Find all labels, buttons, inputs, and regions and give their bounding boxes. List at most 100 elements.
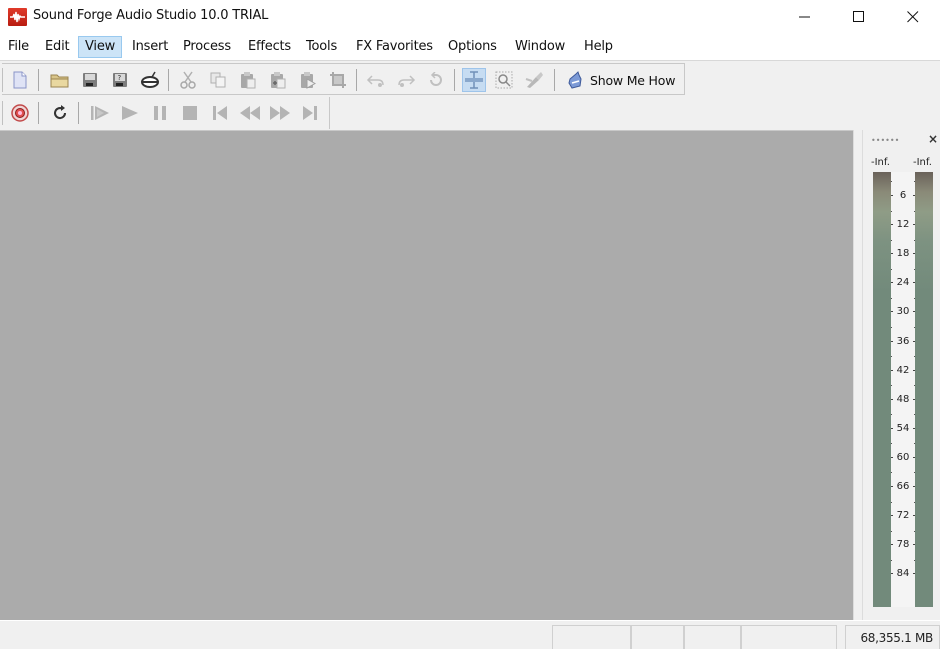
menu-insert[interactable]: Insert: [126, 36, 174, 58]
undo-button[interactable]: [364, 68, 388, 92]
status-pane: [741, 625, 837, 649]
trim-crop-button[interactable]: [326, 68, 350, 92]
menu-options[interactable]: Options: [442, 36, 503, 58]
menu-effects[interactable]: Effects: [242, 36, 297, 58]
open-folder-icon: [50, 74, 69, 88]
menu-edit[interactable]: Edit: [39, 36, 75, 58]
standard-toolbar: ? Show Me How: [2, 63, 685, 95]
show-me-how-label: Show Me How: [590, 72, 676, 88]
redo-button[interactable]: [394, 68, 418, 92]
cut-icon: [180, 71, 196, 89]
menu-tools[interactable]: Tools: [300, 36, 343, 58]
meter-minor-tick: [891, 443, 892, 445]
maximize-button[interactable]: [836, 0, 882, 34]
meter-bar-left: [873, 172, 891, 607]
meter-minor-tick: [891, 559, 892, 561]
meter-minor-tick: [891, 181, 892, 183]
meter-scale-label: 24: [891, 278, 915, 288]
menu-window[interactable]: Window: [509, 36, 571, 58]
meter-scale-label: 60: [891, 452, 915, 463]
toolbar-separator: [78, 102, 79, 124]
meter-minor-tick: [891, 472, 892, 474]
panel-close-icon[interactable]: ×: [928, 132, 938, 146]
meter-minor-tick: [891, 356, 892, 358]
window-title: Sound Forge Audio Studio 10.0 TRIAL: [33, 8, 269, 23]
rewind-button[interactable]: [238, 101, 262, 125]
meter-scale-label: 78: [891, 540, 915, 550]
menu-file[interactable]: File: [2, 36, 35, 58]
save-as-button[interactable]: ?: [108, 68, 132, 92]
show-me-how-hand-icon: [568, 71, 582, 89]
meter-minor-tick: [891, 501, 892, 503]
paste-icon: [241, 72, 256, 89]
show-me-how-button[interactable]: Show Me How: [562, 68, 679, 92]
meter-scale: 6 12 18 24 30 36 42 48 54 60 66 72 78 84: [891, 172, 915, 607]
sound-forge-waveform-icon[interactable]: [8, 8, 27, 26]
go-to-start-button[interactable]: [208, 101, 232, 125]
status-bar: 68,355.1 MB: [0, 620, 940, 649]
status-pane: [684, 625, 741, 649]
magnify-tool-button[interactable]: [492, 68, 516, 92]
play-all-button[interactable]: [88, 101, 112, 125]
status-pane: [552, 625, 631, 649]
meter-scale-label: 54: [891, 423, 915, 434]
edit-tool-button[interactable]: [462, 68, 486, 92]
menu-help[interactable]: Help: [578, 36, 619, 58]
loop-playback-button[interactable]: [48, 101, 72, 125]
panel-splitter[interactable]: [853, 130, 863, 620]
meter-minor-tick: [891, 210, 892, 212]
fast-forward-button[interactable]: [268, 101, 292, 125]
minimize-icon: [799, 16, 810, 18]
play-button[interactable]: [118, 101, 142, 125]
meter-minor-tick: [891, 414, 892, 416]
menu-process[interactable]: Process: [177, 36, 237, 58]
copy-button[interactable]: [206, 68, 230, 92]
workspace-area[interactable]: [0, 130, 853, 620]
toolbar-grip[interactable]: [2, 101, 4, 125]
meter-scale-label: 36: [891, 336, 915, 347]
pause-icon: [154, 106, 166, 120]
mix-paste-button[interactable]: [266, 68, 290, 92]
meter-scale-label: 6: [891, 191, 915, 201]
stop-button[interactable]: [178, 101, 202, 125]
minimize-button[interactable]: [782, 0, 828, 34]
menu-bar: File Edit View Insert Process Effects To…: [0, 34, 940, 60]
play-icon: [122, 106, 138, 120]
meter-minor-tick: [891, 385, 892, 387]
copy-icon: [210, 72, 226, 88]
pencil-tool-button[interactable]: [522, 68, 546, 92]
transport-toolbar: [2, 97, 330, 129]
toolbar-grip[interactable]: [2, 68, 4, 92]
panel-grip-icon[interactable]: ••••••: [871, 136, 899, 145]
cut-button[interactable]: [176, 68, 200, 92]
undo-icon: [366, 75, 384, 87]
open-button[interactable]: [48, 68, 72, 92]
meter-minor-tick: [891, 239, 892, 241]
repeat-button[interactable]: [424, 68, 448, 92]
peak-readout-left[interactable]: -Inf.: [871, 157, 890, 168]
render-as-icon: [141, 71, 159, 88]
menu-fx-favorites[interactable]: FX Favorites: [350, 36, 439, 58]
close-button[interactable]: [890, 0, 936, 34]
menu-view[interactable]: View: [78, 36, 123, 58]
title-bar: Sound Forge Audio Studio 10.0 TRIAL: [0, 0, 940, 34]
save-button[interactable]: [78, 68, 102, 92]
disk-space-readout: 68,355.1 MB: [860, 631, 933, 645]
paste-play-button[interactable]: [296, 68, 320, 92]
paste-button[interactable]: [236, 68, 260, 92]
meter-scale-label: 72: [891, 511, 915, 521]
loop-playback-icon: [54, 105, 67, 120]
record-button[interactable]: [8, 101, 32, 125]
save-icon: [83, 73, 97, 87]
stop-icon: [183, 106, 197, 120]
toolbar-separator: [38, 69, 39, 91]
new-button[interactable]: [8, 68, 32, 92]
meter-scale-label: 30: [891, 307, 915, 317]
pause-button[interactable]: [148, 101, 172, 125]
go-to-end-button[interactable]: [298, 101, 322, 125]
play-meters-panel: •••••• × -Inf. -Inf. 6 12 18 24 30 36 42 48 54 60…: [863, 130, 940, 620]
go-to-start-icon: [213, 106, 227, 120]
save-as-icon: ?: [113, 73, 127, 87]
render-as-button[interactable]: [138, 68, 162, 92]
peak-readout-right[interactable]: -Inf.: [913, 157, 932, 168]
